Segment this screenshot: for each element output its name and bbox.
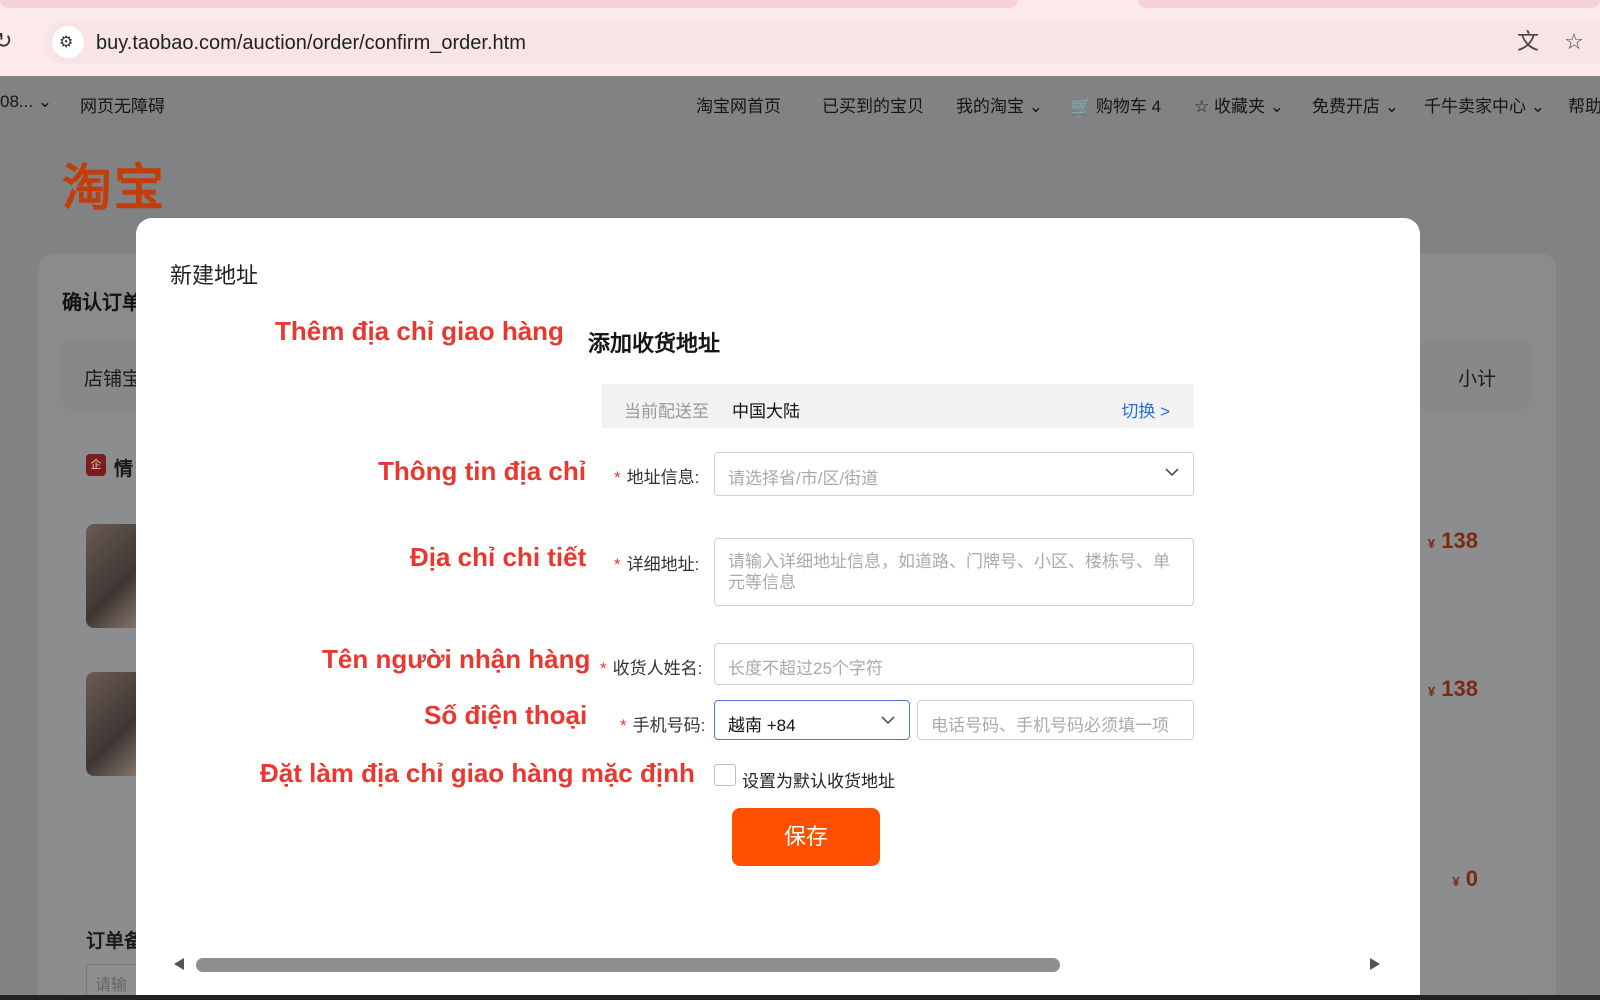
annotation-recipient: Tên người nhận hàng xyxy=(322,644,591,674)
chevron-down-icon: ⌄ xyxy=(1530,97,1545,116)
address-region-select[interactable]: 请选择省/市/区/街道 xyxy=(714,452,1194,496)
star-icon[interactable]: ☆ xyxy=(1560,28,1588,56)
annotation-detail-address: Địa chỉ chi tiết xyxy=(410,542,587,572)
required-mark: * xyxy=(620,716,627,735)
form-heading: 添加收货地址 xyxy=(588,331,721,356)
order-note-label: 订单备 xyxy=(86,931,144,952)
scroll-left-arrow-icon[interactable] xyxy=(174,958,184,970)
default-address-label[interactable]: 设置为默认收货地址 xyxy=(742,767,895,792)
recipient-name-placeholder: 长度不超过25个字符 xyxy=(728,659,883,678)
star-outline-icon: ☆ xyxy=(1194,97,1210,116)
taobao-logo[interactable]: 淘宝 xyxy=(62,148,166,220)
nav-favorites-label: 收藏夹 xyxy=(1213,97,1265,116)
nav-help[interactable]: 帮助 xyxy=(1568,92,1600,117)
browser-toolbar: ↻ ⚙ buy.taobao.com/auction/order/confirm… xyxy=(0,8,1600,76)
region-switch-link[interactable]: 切换 > xyxy=(1121,397,1170,422)
page-title: 确认订单 xyxy=(62,292,142,314)
nav-favorites[interactable]: ☆ 收藏夹 ⌄ xyxy=(1194,92,1284,117)
nav-my-taobao[interactable]: 我的淘宝 ⌄ xyxy=(956,92,1043,117)
scroll-right-arrow-icon[interactable] xyxy=(1370,958,1380,970)
shop-badge-icon: 企 xyxy=(86,454,106,476)
currency-symbol: ¥ xyxy=(1452,874,1460,889)
horizontal-scrollbar[interactable] xyxy=(170,952,1380,976)
chevron-down-icon: ⌄ xyxy=(1028,97,1043,116)
annotation-phone: Số điện thoại xyxy=(424,700,588,730)
order-total: ¥ 0 xyxy=(1452,866,1478,892)
required-mark: * xyxy=(600,659,607,678)
chevron-down-icon: ⌄ xyxy=(1384,97,1399,116)
nav-seller-center[interactable]: 千牛卖家中心 ⌄ xyxy=(1424,92,1545,117)
annotation-heading: Thêm địa chỉ giao hàng xyxy=(275,316,564,346)
header-subtotal-label: 小计 xyxy=(1457,369,1496,390)
phone-label: * 手机号码: xyxy=(620,711,705,736)
nav-cart[interactable]: 🛒 购物车 4 xyxy=(1070,92,1161,117)
delivery-region-bar: 当前配送至 中国大陆 切换 > xyxy=(602,384,1194,428)
required-mark: * xyxy=(614,468,621,487)
address-info-label-text: 地址信息: xyxy=(626,468,700,487)
cart-icon: 🛒 xyxy=(1070,97,1092,116)
save-button[interactable]: 保存 xyxy=(732,808,880,866)
country-code-value: 越南 +84 xyxy=(728,716,796,735)
address-region-placeholder: 请选择省/市/区/街道 xyxy=(728,469,879,488)
phone-number-input[interactable]: 电话号码、手机号码必须填一项 xyxy=(917,700,1194,740)
required-mark: * xyxy=(614,555,621,574)
nav-seller-center-label: 千牛卖家中心 xyxy=(1424,97,1526,116)
chevron-down-icon: ⌄ xyxy=(1269,97,1284,116)
product-thumbnail[interactable] xyxy=(86,524,142,628)
translate-icon[interactable]: 文 xyxy=(1514,28,1542,56)
recipient-name-label: * 收货人姓名: xyxy=(600,654,702,679)
site-top-nav: 08... ⌄ 网页无障碍 淘宝网首页 已买到的宝贝 我的淘宝 ⌄ 🛒 购物车 … xyxy=(0,76,1600,128)
tune-icon: ⚙ xyxy=(59,34,74,51)
scrollbar-thumb[interactable] xyxy=(196,958,1060,972)
recipient-name-label-text: 收货人姓名: xyxy=(612,659,703,678)
nav-user-dropdown[interactable]: 08... ⌄ xyxy=(0,92,52,112)
detail-address-textarea[interactable]: 请输入详细地址信息，如道路、门牌号、小区、楼栋号、单元等信息 xyxy=(714,538,1194,606)
tab-background[interactable] xyxy=(1138,0,1600,8)
address-info-label: * 地址信息: xyxy=(614,463,699,488)
item-price: ¥ 138 xyxy=(1428,528,1478,554)
detail-address-label-text: 详细地址: xyxy=(626,555,700,574)
item-price-value: 138 xyxy=(1441,528,1478,553)
currency-symbol: ¥ xyxy=(1427,684,1436,699)
region-value: 中国大陆 xyxy=(732,402,800,421)
nav-bought[interactable]: 已买到的宝贝 xyxy=(822,92,924,117)
recipient-name-input[interactable]: 长度不超过25个字符 xyxy=(714,643,1194,685)
dialog-title: 新建地址 xyxy=(170,263,259,288)
item-price: ¥ 138 xyxy=(1428,676,1478,702)
annotation-default-address: Đặt làm địa chỉ giao hàng mặc định xyxy=(260,758,695,788)
nav-cart-label: 购物车 4 xyxy=(1095,97,1162,116)
item-price-value: 138 xyxy=(1441,676,1478,701)
address-bar[interactable]: ⚙ buy.taobao.com/auction/order/confirm_o… xyxy=(44,19,1600,65)
phone-number-placeholder: 电话号码、手机号码必须填一项 xyxy=(931,716,1169,735)
nav-open-shop-label: 免费开店 xyxy=(1312,97,1380,116)
site-info-button[interactable]: ⚙ xyxy=(52,26,84,58)
nav-my-taobao-label: 我的淘宝 xyxy=(956,97,1024,116)
product-thumbnail[interactable] xyxy=(86,672,142,776)
window-bottom-edge xyxy=(0,995,1600,1000)
nav-accessibility[interactable]: 网页无障碍 xyxy=(80,92,165,117)
nav-open-shop[interactable]: 免费开店 ⌄ xyxy=(1312,92,1399,117)
country-code-select[interactable]: 越南 +84 xyxy=(714,700,910,740)
nav-home[interactable]: 淘宝网首页 xyxy=(696,92,781,117)
default-address-checkbox[interactable] xyxy=(714,764,736,786)
reload-icon[interactable]: ↻ xyxy=(0,30,16,52)
chevron-down-icon xyxy=(1165,468,1179,477)
order-total-value: 0 xyxy=(1465,866,1478,891)
region-label: 当前配送至 xyxy=(624,402,709,421)
phone-label-text: 手机号码: xyxy=(632,716,706,735)
order-note-input[interactable]: 请输 xyxy=(86,964,140,996)
currency-symbol: ¥ xyxy=(1427,536,1436,551)
url-text[interactable]: buy.taobao.com/auction/order/confirm_ord… xyxy=(96,32,526,55)
tab-background[interactable] xyxy=(0,0,1018,8)
header-shop-label: 店铺宝 xyxy=(84,369,142,390)
detail-address-label: * 详细地址: xyxy=(614,550,699,575)
chevron-down-icon xyxy=(881,716,895,725)
annotation-address-info: Thông tin địa chỉ xyxy=(378,456,586,486)
shop-name[interactable]: 情 xyxy=(114,454,133,481)
new-address-dialog: 新建地址 Thêm địa chỉ giao hàng 添加收货地址 当前配送至… xyxy=(136,218,1420,1000)
nav-user-label: 08... xyxy=(0,92,34,111)
